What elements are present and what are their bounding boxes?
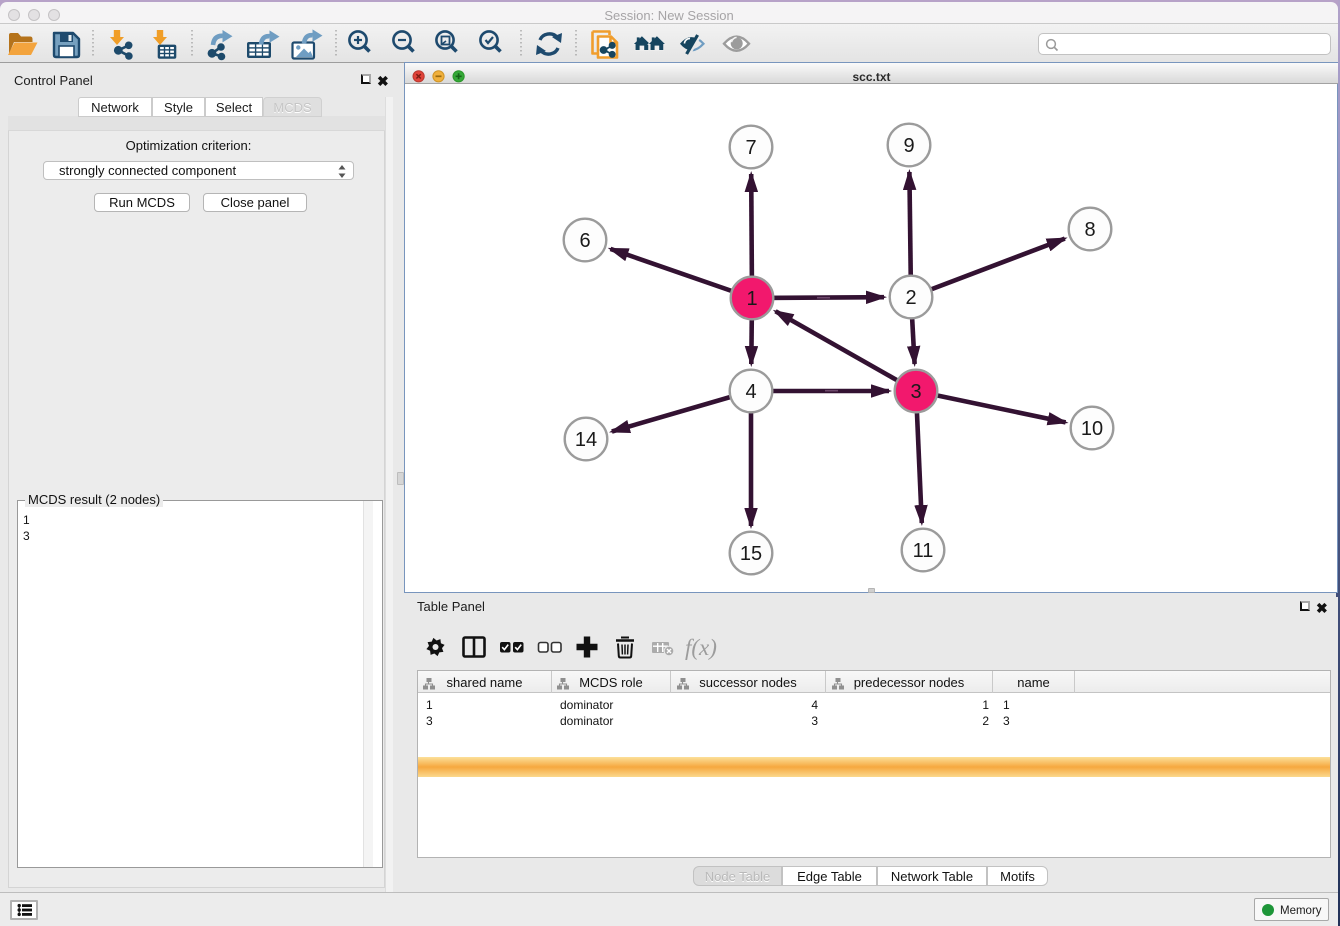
svg-text:3: 3 [910, 381, 921, 403]
svg-text:11: 11 [913, 540, 934, 562]
svg-text:4: 4 [745, 381, 756, 403]
svg-text:6: 6 [579, 230, 590, 252]
svg-text:15: 15 [740, 543, 762, 565]
svg-text:f(x): f(x) [685, 635, 717, 660]
svg-text:Memory: Memory [1280, 905, 1322, 917]
svg-text:2: 2 [905, 287, 916, 309]
svg-text:1: 1 [746, 288, 757, 310]
svg-text:7: 7 [745, 137, 756, 159]
svg-text:8: 8 [1084, 219, 1095, 241]
svg-text:10: 10 [1081, 418, 1103, 440]
svg-text:14: 14 [575, 429, 597, 451]
svg-text:9: 9 [903, 135, 914, 157]
